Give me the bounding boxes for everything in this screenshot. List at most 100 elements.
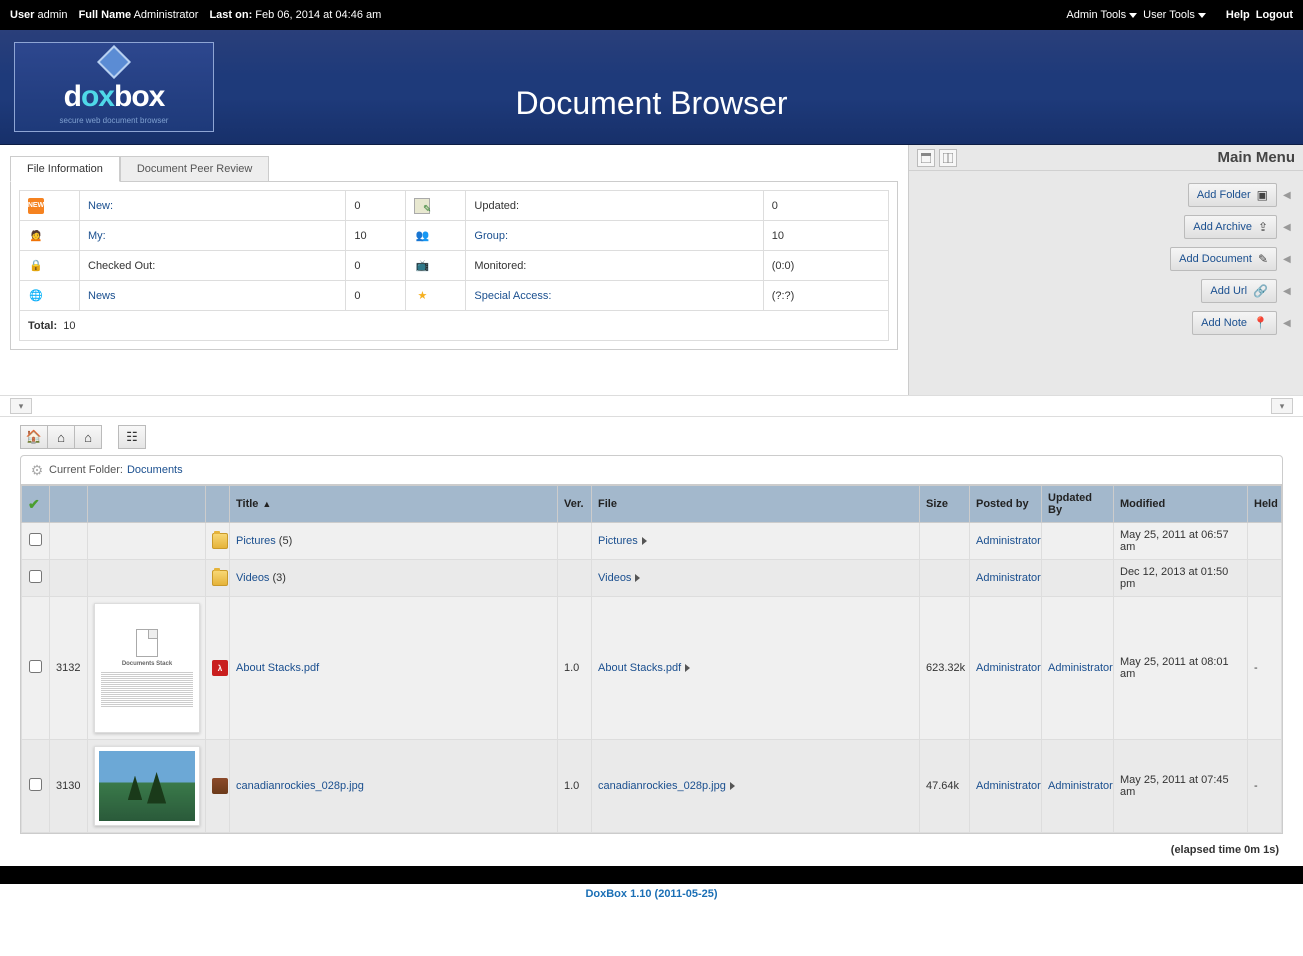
file-link[interactable]: Videos <box>598 572 631 584</box>
header-id[interactable] <box>50 486 88 523</box>
doc-thumbnail[interactable]: Documents Stack <box>94 603 200 733</box>
posted-by-link[interactable]: Administrator <box>976 780 1041 792</box>
news-link[interactable]: News <box>88 290 116 302</box>
special-access-link[interactable]: Special Access: <box>474 290 551 302</box>
title-link[interactable]: Pictures <box>236 535 276 547</box>
row-modified: May 25, 2011 at 08:01 am <box>1114 597 1248 740</box>
row-checkbox[interactable] <box>29 778 42 791</box>
header-thumb <box>88 486 206 523</box>
posted-by-link[interactable]: Administrator <box>976 662 1041 674</box>
user-tools-menu[interactable]: User Tools <box>1143 9 1206 21</box>
row-thumb <box>88 523 206 560</box>
collapse-right-button[interactable]: ▾ <box>1271 398 1293 414</box>
header-select[interactable]: ✔ <box>22 486 50 523</box>
header-held[interactable]: Held <box>1248 486 1282 523</box>
tree-view-button[interactable]: ☷ <box>118 425 146 449</box>
posted-by-link[interactable]: Administrator <box>976 535 1041 547</box>
chevron-right-icon[interactable] <box>642 537 647 545</box>
row-checkbox[interactable] <box>29 533 42 546</box>
mini-view-1-button[interactable] <box>917 149 935 167</box>
logout-link[interactable]: Logout <box>1256 9 1293 21</box>
file-link[interactable]: About Stacks.pdf <box>598 662 681 674</box>
group-link[interactable]: Group: <box>474 230 508 242</box>
chevron-left-icon[interactable]: ◀ <box>1283 254 1293 265</box>
nav-home-button[interactable]: 🏠 <box>20 425 48 449</box>
total-value: 10 <box>63 320 75 332</box>
chevron-left-icon[interactable]: ◀ <box>1283 190 1293 201</box>
my-link[interactable]: My: <box>88 230 106 242</box>
current-folder-link[interactable]: Documents <box>127 464 183 476</box>
admin-tools-menu[interactable]: Admin Tools <box>1066 9 1137 21</box>
topbar: User admin Full Name Administrator Last … <box>0 0 1303 30</box>
home-icon: ⌂ <box>57 430 65 445</box>
updated-label: Updated: <box>466 191 763 221</box>
row-checkbox[interactable] <box>29 660 42 673</box>
laston-value: Feb 06, 2014 at 04:46 am <box>255 9 381 21</box>
file-link[interactable]: Pictures <box>598 535 638 547</box>
mini-view-2-button[interactable] <box>939 149 957 167</box>
title-link[interactable]: canadianrockies_028p.jpg <box>236 780 364 792</box>
header-ver[interactable]: Ver. <box>558 486 592 523</box>
pdf-icon: λ <box>212 660 228 676</box>
nav-up-button[interactable]: ⌂ <box>47 425 75 449</box>
user-label: User <box>10 9 34 21</box>
add-url-button[interactable]: Add Url🔗 <box>1201 279 1277 303</box>
title-link[interactable]: Videos <box>236 572 269 584</box>
row-updated: Administrator <box>1042 597 1114 740</box>
collapse-left-button[interactable]: ▾ <box>10 398 32 414</box>
gear-icon[interactable]: ⚙ <box>29 462 45 478</box>
toolbar: 🏠 ⌂ ⌂ ☷ <box>0 417 1303 453</box>
tab-file-information[interactable]: File Information <box>10 156 120 182</box>
row-ver: 1.0 <box>558 740 592 833</box>
row-posted: Administrator <box>970 523 1042 560</box>
image-thumbnail[interactable] <box>94 746 200 826</box>
left-pane: File Information Document Peer Review NE… <box>0 145 908 395</box>
header-updated[interactable]: Updated By <box>1042 486 1114 523</box>
updated-by-link[interactable]: Administrator <box>1048 780 1113 792</box>
row-checkbox[interactable] <box>29 570 42 583</box>
group-icon: 👥 <box>414 228 430 244</box>
header-modified[interactable]: Modified <box>1114 486 1248 523</box>
row-file: About Stacks.pdf <box>592 597 920 740</box>
chevron-left-icon[interactable]: ◀ <box>1283 318 1293 329</box>
my-count: 10 <box>346 221 406 251</box>
row-title: canadianrockies_028p.jpg <box>230 740 558 833</box>
row-size: 623.32k <box>920 597 970 740</box>
add-folder-button[interactable]: Add Folder▣ <box>1188 183 1277 207</box>
link-icon: 🔗 <box>1253 284 1268 298</box>
new-link[interactable]: New: <box>88 200 113 212</box>
row-type-icon <box>206 523 230 560</box>
tab-peer-review[interactable]: Document Peer Review <box>120 156 270 182</box>
add-note-button[interactable]: Add Note📍 <box>1192 311 1277 335</box>
header-file[interactable]: File <box>592 486 920 523</box>
chevron-right-icon[interactable] <box>635 574 640 582</box>
topbar-user-info: User admin Full Name Administrator Last … <box>10 9 389 21</box>
caret-down-icon <box>1198 13 1206 18</box>
folder-icon <box>212 570 228 586</box>
file-link[interactable]: canadianrockies_028p.jpg <box>598 780 726 792</box>
pencil-icon: ✎ <box>1258 252 1268 266</box>
add-archive-button[interactable]: Add Archive⇪ <box>1184 215 1277 239</box>
header-title[interactable]: Title▲ <box>230 486 558 523</box>
row-type-icon <box>206 740 230 833</box>
chevron-right-icon[interactable] <box>685 664 690 672</box>
posted-by-link[interactable]: Administrator <box>976 572 1041 584</box>
header-posted[interactable]: Posted by <box>970 486 1042 523</box>
title-link[interactable]: About Stacks.pdf <box>236 662 319 674</box>
row-thumb: Documents Stack <box>88 597 206 740</box>
row-updated: Administrator <box>1042 740 1114 833</box>
header-size[interactable]: Size <box>920 486 970 523</box>
chevron-left-icon[interactable]: ◀ <box>1283 286 1293 297</box>
add-document-button[interactable]: Add Document✎ <box>1170 247 1277 271</box>
chevron-left-icon[interactable]: ◀ <box>1283 222 1293 233</box>
title-count: (5) <box>276 535 293 547</box>
row-id <box>50 560 88 597</box>
row-ver: 1.0 <box>558 597 592 740</box>
chevron-right-icon[interactable] <box>730 782 735 790</box>
updated-by-link[interactable]: Administrator <box>1048 662 1113 674</box>
brand-tagline: secure web document browser <box>60 116 169 125</box>
help-link[interactable]: Help <box>1226 9 1250 21</box>
right-pane: Main Menu Add Folder▣◀ Add Archive⇪◀ Add… <box>908 145 1303 395</box>
checked-count: 0 <box>346 251 406 281</box>
nav-root-button[interactable]: ⌂ <box>74 425 102 449</box>
